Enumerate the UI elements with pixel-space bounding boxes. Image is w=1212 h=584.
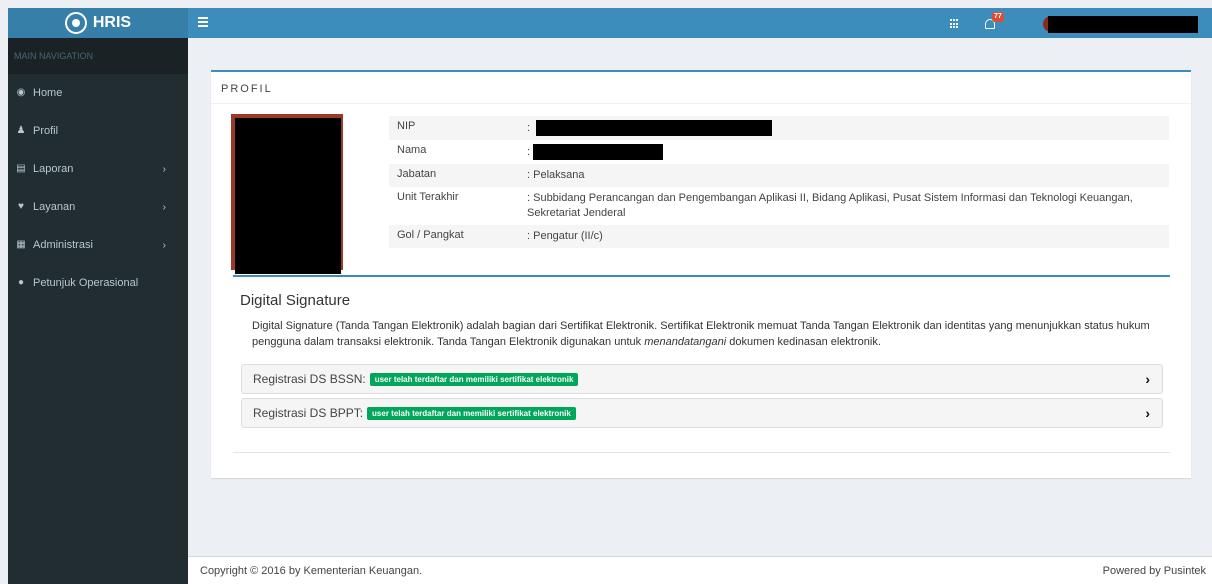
info-circle-icon: ● [17, 277, 25, 288]
field-value: : Subbidang Perancangan dan Pengembangan… [527, 192, 1133, 219]
chevron-right-icon: › [1145, 405, 1150, 421]
user-icon: ♟ [16, 125, 26, 136]
logo-text: HRIS [92, 14, 132, 31]
sidebar-item-label: Home [33, 87, 63, 99]
footer: Copyright © 2016 by Kementerian Keuangan… [188, 556, 1212, 584]
hamburger-icon[interactable] [198, 17, 208, 27]
sidebar-item-layanan[interactable]: ♥ Layanan › [8, 188, 188, 226]
sidebar-item-label: Petunjuk Operasional [33, 277, 139, 289]
sidebar-section-label: MAIN NAVIGATION [8, 38, 188, 74]
table-row: Jabatan : Pelaksana [389, 164, 1169, 187]
app-logo[interactable]: HRIS [8, 8, 188, 38]
field-label: Nama [397, 144, 427, 156]
section-divider [233, 275, 1170, 277]
registrasi-label: Registrasi DS BSSN: [253, 372, 366, 386]
field-value: : [527, 120, 1169, 136]
chevron-right-icon: › [162, 239, 166, 251]
sidebar-item-label: Laporan [33, 163, 74, 175]
digital-signature-description: Digital Signature (Tanda Tangan Elektron… [252, 318, 1172, 350]
description-emphasis: menandatangani [644, 336, 727, 348]
registrasi-bppt-row[interactable]: Registrasi DS BPPT: user telah terdaftar… [241, 398, 1163, 428]
sidebar-item-administrasi[interactable]: ▦ Administrasi › [8, 226, 188, 264]
chevron-right-icon: › [162, 201, 166, 213]
table-row: Nama : [389, 140, 1169, 164]
status-badge: user telah terdaftar dan memiliki sertif… [369, 372, 579, 386]
sidebar-item-laporan[interactable]: ▤ Laporan › [8, 150, 188, 188]
user-menu[interactable] [1048, 16, 1198, 33]
sidebar: MAIN NAVIGATION ◉ Home ♟ Profil ▤ Lapora… [8, 38, 188, 584]
profile-box: PROFIL NIP : Nama : Jabatan : Pelaksana … [211, 70, 1191, 478]
logo-icon [64, 12, 87, 34]
sidebar-item-petunjuk-operasional[interactable]: ● Petunjuk Operasional [8, 264, 188, 302]
field-label: Jabatan [397, 168, 437, 180]
table-row: Unit Terakhir : Subbidang Perancangan da… [389, 187, 1169, 225]
field-label: Unit Terakhir [397, 191, 459, 203]
registrasi-bssn-row[interactable]: Registrasi DS BSSN: user telah terdaftar… [241, 364, 1163, 394]
chevron-right-icon: › [162, 163, 166, 175]
redacted-nip [536, 120, 773, 136]
sidebar-item-label: Profil [33, 125, 59, 137]
table-row: NIP : [389, 116, 1169, 140]
powered-by-text: Powered by Pusintek [1102, 565, 1206, 577]
chevron-right-icon: › [1145, 371, 1150, 387]
dashboard-icon: ◉ [16, 87, 26, 98]
files-icon: ▤ [16, 163, 26, 174]
status-badge: user telah terdaftar dan memiliki sertif… [367, 406, 576, 420]
grid-icon[interactable] [950, 19, 960, 29]
field-value: : Pengatur (II/c) [527, 230, 603, 242]
section-divider [233, 452, 1170, 453]
field-label: NIP [397, 120, 416, 132]
profile-photo [235, 118, 341, 274]
file-icon: ▦ [16, 239, 26, 250]
field-value: : [527, 144, 1169, 160]
digital-signature-title: Digital Signature [240, 292, 351, 309]
sidebar-item-label: Administrasi [33, 239, 93, 251]
sidebar-item-home[interactable]: ◉ Home [8, 74, 188, 112]
profile-info-table: NIP : Nama : Jabatan : Pelaksana Unit Te… [389, 116, 1169, 248]
description-text: dokumen kedinasan elektronik. [726, 336, 881, 348]
table-row: Gol / Pangkat : Pengatur (II/c) [389, 225, 1169, 248]
top-navbar: 77 [188, 8, 1212, 38]
sidebar-item-profil[interactable]: ♟ Profil [8, 112, 188, 150]
copyright-text: Copyright © 2016 by Kementerian Keuangan… [200, 565, 423, 577]
heart-icon: ♥ [18, 201, 24, 212]
page-title: PROFIL [211, 72, 1191, 104]
sidebar-item-label: Layanan [33, 201, 76, 213]
field-value: : Pelaksana [527, 169, 585, 181]
notification-badge: 77 [992, 12, 1004, 22]
redacted-nama [533, 144, 664, 160]
field-label: Gol / Pangkat [397, 229, 464, 241]
registrasi-label: Registrasi DS BPPT: [253, 406, 364, 420]
